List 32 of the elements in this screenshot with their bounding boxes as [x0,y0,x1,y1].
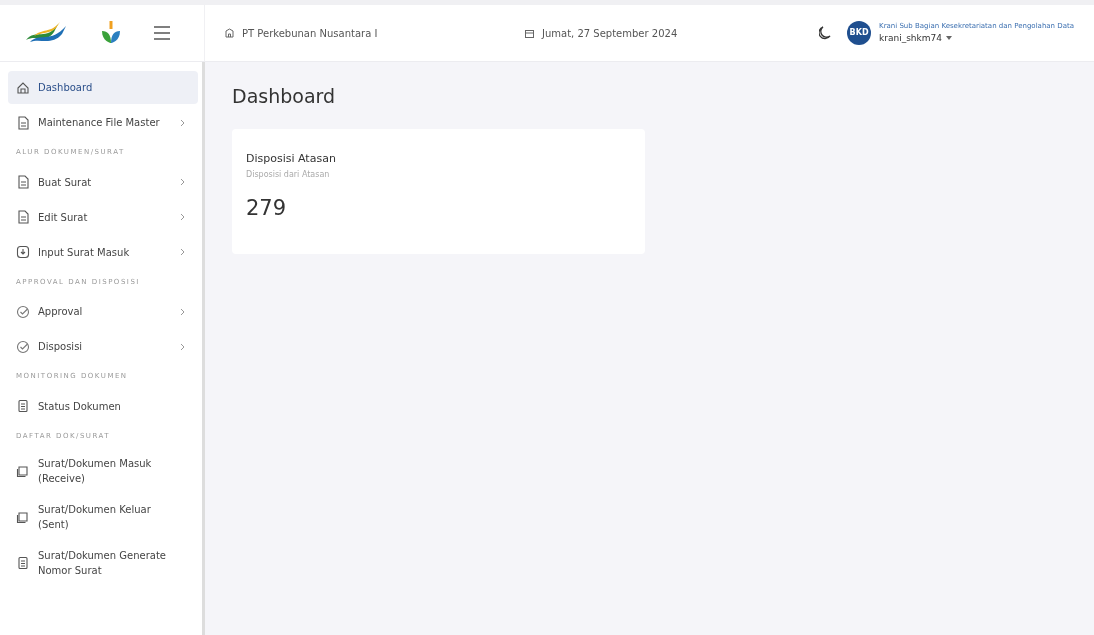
card-title: Disposisi Atasan [246,150,337,167]
document-icon [16,175,30,189]
sidebar-item[interactable]: Surat/Dokumen Masuk (Receive) [8,449,198,493]
caret-icon[interactable] [946,36,952,41]
page-title: Dashboard [232,84,337,109]
download-icon [16,245,30,259]
list-document-icon [16,399,30,413]
document-icon [16,115,30,130]
document-icon [16,210,30,224]
card-subtitle: Disposisi dari Atasan [246,169,331,181]
home-icon [16,80,30,95]
sidebar-item[interactable]: Disposisi [8,330,198,363]
moon-icon[interactable] [819,26,832,40]
check-circle-icon [16,339,30,354]
sidebar-item[interactable]: Input Surat Masuk [8,235,198,269]
sidebar-item[interactable]: Dashboard [8,71,198,104]
sidebar-item[interactable]: Edit Surat [8,200,198,234]
current-date: Jumat, 27 September 2024 [542,26,678,41]
list-document-icon [16,556,30,570]
sidebar-item[interactable]: Approval [8,295,198,328]
sidebar-item[interactable]: Maintenance File Master [8,106,198,139]
username[interactable]: krani_shkm74 [879,31,942,45]
card-value: 279 [246,195,288,222]
sidebar-item[interactable]: Status Dokumen [8,389,198,423]
menu-icon[interactable] [154,26,170,40]
sidebar-item[interactable]: Buat Surat [8,165,198,199]
company-name: PT Perkebunan Nusantara I [242,26,378,41]
avatar[interactable]: BKD [847,21,872,45]
calendar-icon [525,28,534,38]
check-circle-icon [16,304,30,319]
sidebar-item[interactable]: Surat/Dokumen Keluar (Sent) [8,495,198,539]
sidebar-item[interactable]: Surat/Dokumen Generate Nomor Surat [8,541,198,585]
